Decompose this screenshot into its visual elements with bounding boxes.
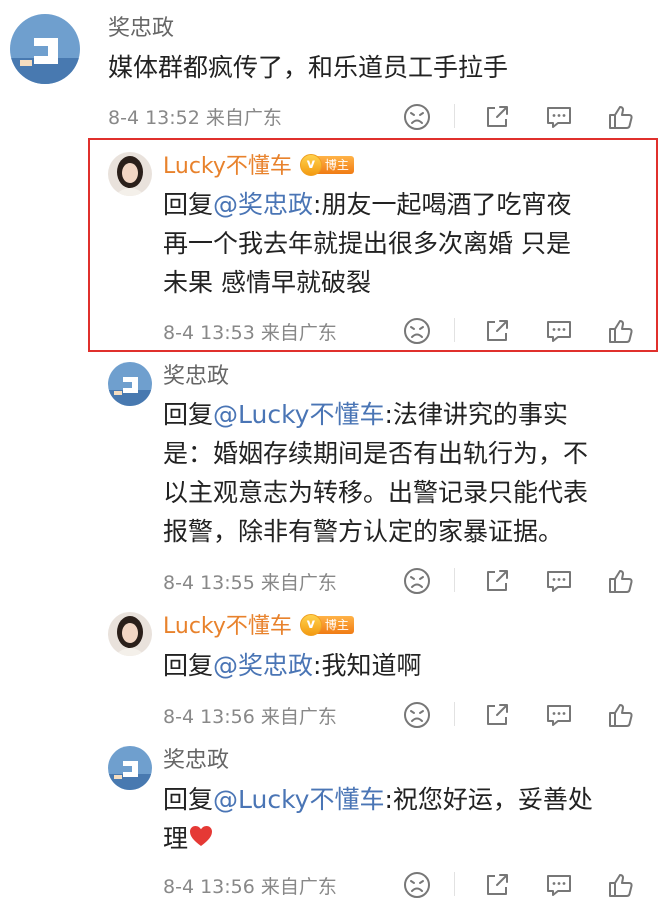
comment-icon[interactable] [544,566,574,596]
share-icon[interactable] [482,700,512,730]
comment-body: 回复@Lucky不懂车:法律讲究的事实 是：婚姻存续期间是否有出轨行为，不 以主… [163,395,653,551]
comment-icon[interactable] [544,316,574,346]
comment-body: 媒体群都疯传了，和乐道员工手拉手 [108,53,509,82]
comment-icon[interactable] [544,870,574,900]
comment-body: 回复@奖忠政:朋友一起喝酒了吃宵夜 再一个我去年就提出很多次离婚 只是 未果 感… [163,185,643,302]
body-line: 以主观意志为转移。出警记录只能代表 [163,478,589,507]
reply-prefix: 回复 [163,785,214,814]
like-icon[interactable] [606,566,636,596]
body-text: :我知道啊 [313,651,422,680]
share-icon[interactable] [482,316,512,346]
badge-label: 博主 [316,156,354,174]
comment-meta: 8-4 13:55 来自广东 [163,572,337,594]
author-name[interactable]: 奖忠政 [108,16,174,42]
avatar[interactable] [108,362,152,406]
blogger-badge: v 博主 [299,154,354,176]
dislike-icon[interactable] [402,102,432,132]
body-line: 报警，除非有警方认定的家暴证据。 [163,517,564,546]
body-line: 是：婚姻存续期间是否有出轨行为，不 [163,439,589,468]
divider [454,568,455,592]
reply-prefix: 回复 [163,651,214,680]
comment-icon[interactable] [544,700,574,730]
avatar[interactable] [108,746,152,790]
blogger-badge: v 博主 [299,614,354,636]
like-icon[interactable] [606,700,636,730]
like-icon[interactable] [606,102,636,132]
mention-link[interactable]: @Lucky不懂车 [213,785,384,814]
dislike-icon[interactable] [402,700,432,730]
mention-link[interactable]: @Lucky不懂车 [213,400,384,429]
divider [454,872,455,896]
comment-actions [402,316,642,346]
body-line: 再一个我去年就提出很多次离婚 只是 [163,229,571,258]
mention-link[interactable]: @奖忠政 [213,651,313,680]
comment-actions [402,102,642,132]
comment-actions [402,870,642,900]
divider [454,318,455,342]
heart-emoji-icon [189,819,213,858]
reply-prefix: 回复 [163,400,214,429]
body-text: :祝您好运，妥善处 [384,785,593,814]
divider [454,702,455,726]
mention-link[interactable]: @奖忠政 [213,190,313,219]
dislike-icon[interactable] [402,870,432,900]
author-name[interactable]: 奖忠政 [163,364,229,390]
author-name[interactable]: 奖忠政 [163,748,229,774]
author-label: Lucky不懂车 [163,614,292,639]
reply-prefix: 回复 [163,190,214,219]
author-label: Lucky不懂车 [163,154,292,179]
avatar[interactable] [10,14,80,84]
comment-icon[interactable] [544,102,574,132]
body-text: :朋友一起喝酒了吃宵夜 [313,190,572,219]
like-icon[interactable] [606,870,636,900]
body-line: 未果 感情早就破裂 [163,268,371,297]
body-text: :法律讲究的事实 [384,400,568,429]
share-icon[interactable] [482,870,512,900]
comment-body: 回复@Lucky不懂车:祝您好运，妥善处 理 [163,780,643,860]
comment-actions [402,566,642,596]
v-badge-icon: v [299,154,322,176]
comment-meta: 8-4 13:56 来自广东 [163,706,337,728]
divider [454,104,455,128]
comment-meta: 8-4 13:52 来自广东 [108,107,282,129]
share-icon[interactable] [482,102,512,132]
comment-meta: 8-4 13:53 来自广东 [163,322,337,344]
dislike-icon[interactable] [402,566,432,596]
author-name[interactable]: Lucky不懂车 v 博主 [163,614,354,640]
avatar[interactable] [108,152,152,196]
author-name[interactable]: Lucky不懂车 v 博主 [163,154,354,180]
comment-body: 回复@奖忠政:我知道啊 [163,646,643,685]
comment-actions [402,700,642,730]
like-icon[interactable] [606,316,636,346]
comment-meta: 8-4 13:56 来自广东 [163,876,337,898]
body-line: 理 [163,824,189,853]
share-icon[interactable] [482,566,512,596]
badge-label: 博主 [316,616,354,634]
avatar[interactable] [108,612,152,656]
v-badge-icon: v [299,614,322,636]
dislike-icon[interactable] [402,316,432,346]
